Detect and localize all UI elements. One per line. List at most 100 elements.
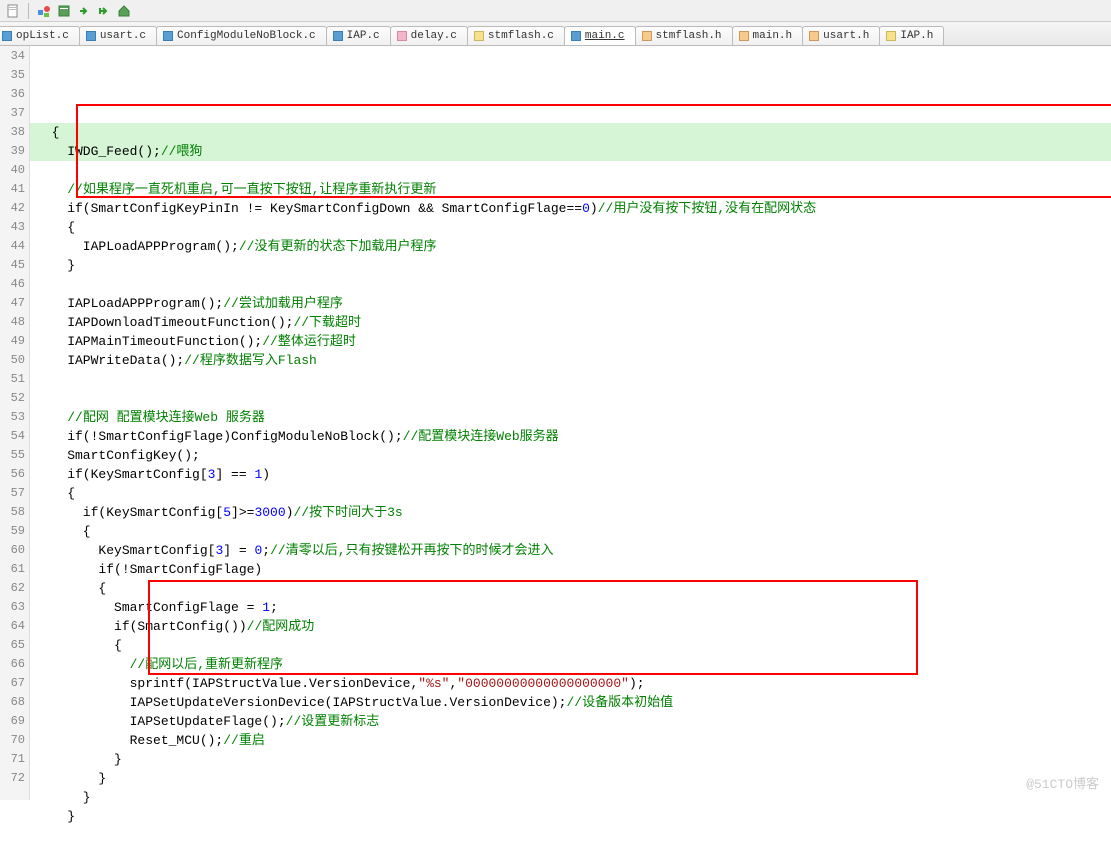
code-line: {	[30, 636, 1111, 655]
line-number: 43	[0, 218, 29, 237]
code-line: if(SmartConfigKeyPinIn != KeySmartConfig…	[30, 199, 1111, 218]
shapes-icon[interactable]	[37, 4, 51, 18]
line-number: 46	[0, 275, 29, 294]
code-line: IAPSetUpdateFlage();//设置更新标志	[30, 712, 1111, 731]
line-number: 56	[0, 465, 29, 484]
file-icon	[886, 31, 896, 41]
tab-label: opList.c	[16, 30, 69, 42]
tab-usart-h[interactable]: usart.h	[802, 26, 880, 45]
line-number: 35	[0, 66, 29, 85]
line-number: 69	[0, 712, 29, 731]
code-line: //如果程序一直死机重启,可一直按下按钮,让程序重新执行更新	[30, 180, 1111, 199]
code-line	[30, 161, 1111, 180]
code-line: if(!SmartConfigFlage)ConfigModuleNoBlock…	[30, 427, 1111, 446]
code-line: Reset_MCU();//重启	[30, 731, 1111, 750]
file-icon	[809, 31, 819, 41]
code-line: if(KeySmartConfig[3] == 1)	[30, 465, 1111, 484]
code-line: sprintf(IAPStructValue.VersionDevice,"%s…	[30, 674, 1111, 693]
code-line: IAPMainTimeoutFunction();//整体运行超时	[30, 332, 1111, 351]
code-line	[30, 845, 1111, 864]
step-arrow-icon[interactable]	[97, 4, 111, 18]
code-line: if(SmartConfig())//配网成功	[30, 617, 1111, 636]
line-number: 59	[0, 522, 29, 541]
line-number: 51	[0, 370, 29, 389]
line-number: 40	[0, 161, 29, 180]
file-icon	[739, 31, 749, 41]
tab-stmflash-h[interactable]: stmflash.h	[635, 26, 733, 45]
code-line: }	[30, 750, 1111, 769]
tab-usart-c[interactable]: usart.c	[79, 26, 157, 45]
file-icon	[2, 31, 12, 41]
code-line: //配网以后,重新更新程序	[30, 655, 1111, 674]
tab-opList-c[interactable]: opList.c	[0, 26, 80, 45]
tab-label: main.c	[585, 30, 625, 42]
code-area[interactable]: { IWDG_Feed();//喂狗 //如果程序一直死机重启,可一直按下按钮,…	[30, 46, 1111, 800]
line-number: 53	[0, 408, 29, 427]
file-icon	[163, 31, 173, 41]
line-number: 64	[0, 617, 29, 636]
line-number: 50	[0, 351, 29, 370]
code-line: {	[30, 123, 1111, 142]
code-line: if(KeySmartConfig[5]>=3000)//按下时间大于3s	[30, 503, 1111, 522]
code-line: IAPLoadAPPProgram();//没有更新的状态下加载用户程序	[30, 237, 1111, 256]
code-line: IAPWriteData();//程序数据写入Flash	[30, 351, 1111, 370]
code-line: {	[30, 484, 1111, 503]
line-number: 57	[0, 484, 29, 503]
code-line: IAPDownloadTimeoutFunction();//下载超时	[30, 313, 1111, 332]
page-icon[interactable]	[6, 4, 20, 18]
code-line	[30, 370, 1111, 389]
editor: 3435363738394041424344454647484950515253…	[0, 46, 1111, 800]
code-line: {	[30, 522, 1111, 541]
tab-delay-c[interactable]: delay.c	[390, 26, 468, 45]
code-line	[30, 826, 1111, 845]
line-number: 61	[0, 560, 29, 579]
code-line: }	[30, 807, 1111, 826]
file-icon	[474, 31, 484, 41]
tab-main-c[interactable]: main.c	[564, 26, 636, 45]
file-icon	[86, 31, 96, 41]
run-arrow-icon[interactable]	[77, 4, 91, 18]
line-number: 54	[0, 427, 29, 446]
file-icon	[642, 31, 652, 41]
line-gutter: 3435363738394041424344454647484950515253…	[0, 46, 30, 800]
tab-main-h[interactable]: main.h	[732, 26, 804, 45]
code-line	[30, 275, 1111, 294]
code-line: IWDG_Feed();//喂狗	[30, 142, 1111, 161]
file-icon	[571, 31, 581, 41]
line-number: 45	[0, 256, 29, 275]
code-line: //配网 配置模块连接Web 服务器	[30, 408, 1111, 427]
watermark: @51CTO博客	[1026, 773, 1099, 792]
line-number: 67	[0, 674, 29, 693]
line-number: 37	[0, 104, 29, 123]
line-number: 63	[0, 598, 29, 617]
tab-label: stmflash.c	[488, 30, 554, 42]
tab-IAP-h[interactable]: IAP.h	[879, 26, 944, 45]
line-number: 65	[0, 636, 29, 655]
code-line: {	[30, 218, 1111, 237]
toolbar-sep	[28, 3, 29, 19]
tab-label: usart.h	[823, 30, 869, 42]
file-icon	[397, 31, 407, 41]
code-line: {	[30, 579, 1111, 598]
tab-label: usart.c	[100, 30, 146, 42]
code-line: SmartConfigKey();	[30, 446, 1111, 465]
tab-IAP-c[interactable]: IAP.c	[326, 26, 391, 45]
line-number: 36	[0, 85, 29, 104]
code-line: if(!SmartConfigFlage)	[30, 560, 1111, 579]
tab-label: ConfigModuleNoBlock.c	[177, 30, 316, 42]
tab-stmflash-c[interactable]: stmflash.c	[467, 26, 565, 45]
code-line: SmartConfigFlage = 1;	[30, 598, 1111, 617]
tab-label: IAP.h	[900, 30, 933, 42]
line-number: 34	[0, 47, 29, 66]
tab-ConfigModuleNoBlock-c[interactable]: ConfigModuleNoBlock.c	[156, 26, 327, 45]
code-line: KeySmartConfig[3] = 0;//清零以后,只有按键松开再按下的时…	[30, 541, 1111, 560]
book-icon[interactable]	[57, 4, 71, 18]
line-number: 72	[0, 769, 29, 788]
home-icon[interactable]	[117, 4, 131, 18]
line-number: 66	[0, 655, 29, 674]
tab-label: main.h	[753, 30, 793, 42]
code-line: IAPSetUpdateVersionDevice(IAPStructValue…	[30, 693, 1111, 712]
line-number: 49	[0, 332, 29, 351]
line-number: 41	[0, 180, 29, 199]
line-number: 55	[0, 446, 29, 465]
